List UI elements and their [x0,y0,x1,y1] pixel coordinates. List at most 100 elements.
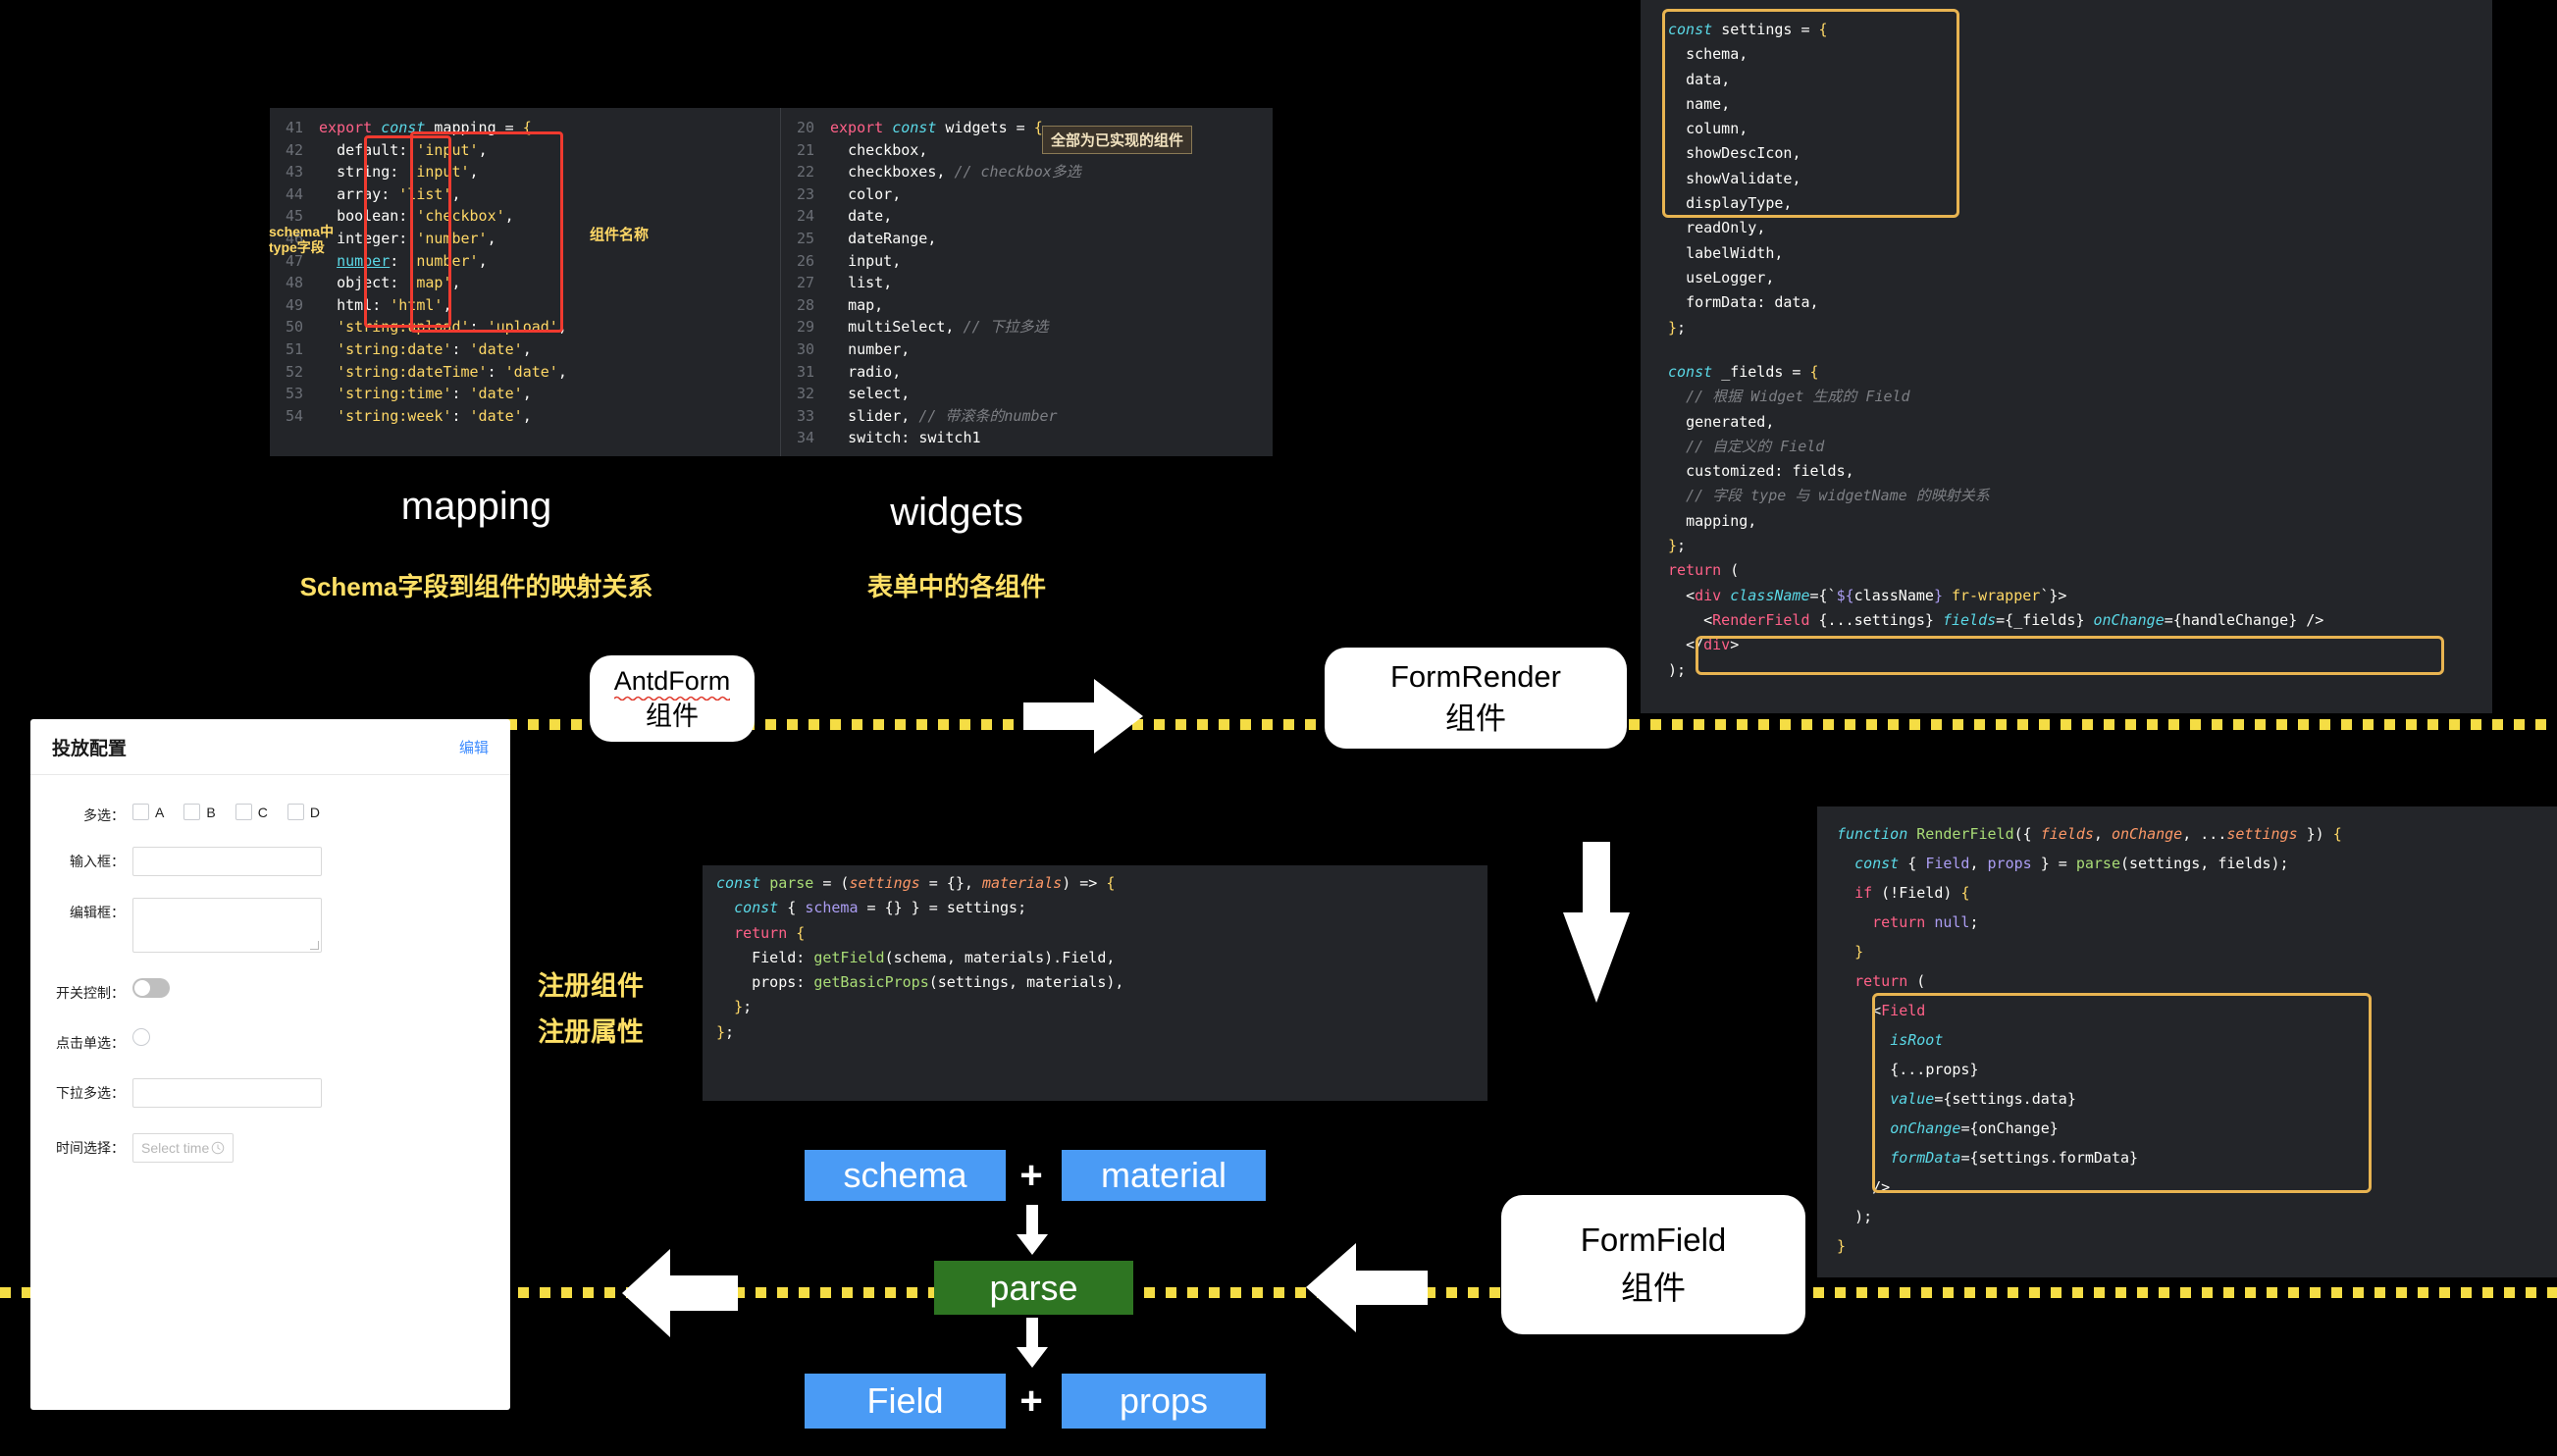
time-picker[interactable]: Select time [132,1133,234,1163]
code-line: 26 input, [781,250,1273,273]
code-line: 29 multiSelect, // 下拉多选 [781,316,1273,338]
code-block-renderfield: function RenderField({ fields, onChange,… [1837,819,2557,1261]
annotation-component-name: 组件名称 [590,227,650,243]
code-line: ); [1854,1208,1873,1225]
code-gutter-line-number: 48 [285,274,303,292]
checkbox-d[interactable] [287,804,304,820]
code-gutter-line-number: 53 [285,385,303,403]
form-card: 投放配置 编辑 多选： A B C D 输入框： 编辑框： 开关控制： 点击单选… [30,719,510,1410]
code-line: } [1854,943,1864,961]
code-gutter-line-number: 54 [285,406,303,425]
formfield-sublabel: 组件 [1621,1270,1686,1306]
code-block-parse: const parse = (settings = {}, materials)… [716,871,1482,1045]
code-line: value={settings.data} [1890,1090,2076,1108]
spellcheck-squiggle-icon [613,696,731,701]
checkbox-a[interactable] [132,804,149,820]
checkbox-b[interactable] [183,804,201,820]
code-line: {...props} [1890,1061,1979,1078]
form-row-textarea: 编辑框： [30,898,510,953]
code-gutter-line-number: 22 [796,163,814,182]
code-line: function RenderField({ fields, onChange,… [1837,825,2342,843]
code-line: 21 checkbox, [781,139,1273,162]
form-row-checkboxes: 多选： A B C D [30,801,510,825]
clock-icon [211,1141,225,1155]
code-line: 52 'string:dateTime': 'date', [270,361,780,384]
code-line: 27 list, [781,272,1273,294]
code-line: 48 object: 'map', [270,272,780,294]
pipeline-box-schema[interactable]: schema [805,1150,1006,1201]
caption-register-props: 注册属性 [538,1017,644,1047]
code-block-mapping: 41 export const mapping = {42 default: 'i… [270,108,780,456]
code-gutter-line-number: 44 [285,184,303,203]
code-gutter-line-number: 33 [796,406,814,425]
code-gutter-line-number: 30 [796,339,814,358]
checkbox-c-label: C [257,804,268,820]
edit-link[interactable]: 编辑 [459,737,489,757]
form-label-timepicker: 时间选择： [56,1140,125,1156]
code-gutter-line-number: 26 [796,251,814,270]
toggle-switch[interactable] [132,978,170,998]
form-card-header: 投放配置 编辑 [30,719,510,775]
form-row-switch: 开关控制： [30,978,510,1003]
pipeline-plus-top: + [1019,1153,1043,1197]
code-gutter-line-number: 21 [796,140,814,159]
code-gutter-line-number: 24 [796,207,814,226]
pipeline-plus-bottom: + [1019,1378,1043,1423]
code-line: labelWidth, [1686,243,1784,262]
code-line: const parse = (settings = {}, materials)… [716,874,1116,892]
code-line: 34 switch: switch1 [781,427,1273,449]
code-line: useLogger, [1686,268,1775,286]
code-line: 54 'string:week': 'date', [270,405,780,428]
code-line: mapping, [1686,511,1757,530]
caption-widgets-sub: 表单中的各组件 [866,572,1046,601]
form-row-input: 输入框： [30,847,510,876]
code-line: customized: fields, [1686,462,1854,481]
checkbox-c[interactable] [235,804,252,820]
arrow-down-to-parse-icon [1017,1205,1048,1255]
pipeline-box-parse[interactable]: parse [934,1261,1133,1315]
code-line: 23 color, [781,183,1273,206]
code-panel-mapping-widgets: 41 export const mapping = {42 default: 'i… [270,108,1273,456]
code-line: 20 export const widgets = { [781,117,1273,139]
form-label-radio: 点击单选： [56,1035,125,1051]
code-gutter-line-number: 31 [796,362,814,381]
flow-box-formfield[interactable]: FormField 组件 [1501,1195,1805,1334]
code-line: 25 dateRange, [781,228,1273,250]
arrow-down-to-field-icon [1017,1318,1048,1368]
code-line: // 根据 Widget 生成的 Field [1686,388,1910,406]
flow-box-antdform[interactable]: AntdForm 组件 [590,655,755,742]
code-line: }; [1668,318,1687,337]
pipeline-box-material[interactable]: material [1062,1150,1266,1201]
code-gutter-line-number: 32 [796,385,814,403]
code-line: <div className={`${className} fr-wrapper… [1686,586,2067,604]
code-line: name, [1686,94,1731,113]
multi-select-input[interactable] [132,1078,322,1108]
code-gutter-line-number: 41 [285,119,303,136]
form-row-timepicker: 时间选择： Select time [30,1133,510,1163]
form-label-switch: 开关控制： [56,985,125,1001]
code-line: } [1837,1237,1847,1255]
checkbox-d-label: D [309,804,320,820]
code-line: 41 export const mapping = { [270,117,780,139]
form-label-select: 下拉多选： [56,1085,125,1101]
code-line: 30 number, [781,338,1273,361]
radio-button[interactable] [132,1028,150,1046]
code-block-settings: const settings = { schema, data, name, c… [1668,18,2473,340]
pipeline-box-field[interactable]: Field [805,1374,1006,1429]
code-line: }; [716,1022,735,1041]
caption-register-components: 注册组件 [538,971,644,1001]
text-input[interactable] [132,847,322,876]
form-label-input: 输入框： [70,854,125,869]
formfield-label: FormField [1580,1222,1727,1259]
pipeline-box-props[interactable]: props [1062,1374,1266,1429]
textarea-input[interactable] [132,898,322,953]
arrow-right-top-icon [1023,679,1143,754]
code-line: 50 'string:upload': 'upload', [270,316,780,338]
code-line: 49 html: 'html', [270,294,780,317]
code-line: <Field [1872,1002,1926,1019]
flow-box-formrender[interactable]: FormRender 组件 [1325,648,1627,749]
form-label-checkboxes: 多选： [83,807,125,823]
code-line: props: getBasicProps(settings, materials… [752,973,1124,992]
form-label-textarea: 编辑框： [70,905,125,920]
code-line: 33 slider, // 带滚条的number [781,405,1273,428]
